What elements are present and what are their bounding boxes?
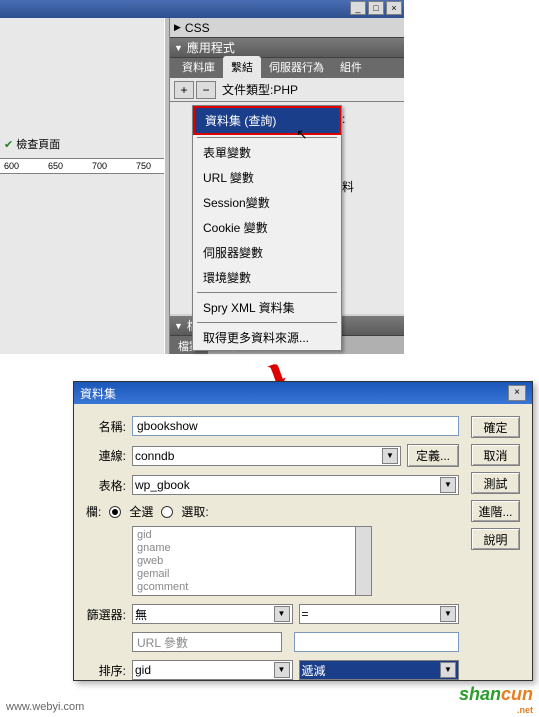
tab-bindings[interactable]: 繫結 — [223, 56, 261, 78]
menu-server-var[interactable]: 伺服器變數 — [193, 240, 341, 265]
filter-label: 篩選器: — [86, 606, 126, 623]
menu-spry-xml[interactable]: Spry XML 資料集 — [193, 295, 341, 320]
maximize-button[interactable]: □ — [368, 1, 384, 15]
menu-env-var[interactable]: 環境變數 — [193, 265, 341, 290]
dialog-titlebar: 資料集 × — [74, 382, 532, 404]
recordset-dialog: 資料集 × 名稱: 連線: conndb▼ 定義... 表格: wp_gbook… — [73, 381, 533, 681]
add-button[interactable]: + — [174, 81, 194, 99]
close-button[interactable]: × — [386, 1, 402, 15]
cancel-button[interactable]: 取消 — [471, 444, 520, 466]
help-button[interactable]: 說明 — [471, 528, 520, 550]
titlebar: _ □ × — [0, 0, 404, 18]
add-dropdown-menu: 資料集 (查詢) 表單變數 URL 變數 Session變數 Cookie 變數… — [192, 105, 342, 351]
ok-button[interactable]: 確定 — [471, 416, 520, 438]
panel-app[interactable]: ▼應用程式 — [170, 38, 404, 58]
cols-label: 欄: — [86, 503, 101, 520]
check-icon: ✔ — [4, 139, 13, 151]
test-button[interactable]: 測試 — [471, 472, 520, 494]
filter-op-select[interactable]: =▼ — [299, 604, 460, 624]
sort-field-select[interactable]: gid▼ — [132, 660, 293, 680]
tab-server-behaviors[interactable]: 伺服器行為 — [261, 56, 332, 78]
conn-label: 連線: — [86, 447, 126, 464]
tab-strip: 資料庫 繫結 伺服器行為 組件 — [170, 58, 404, 78]
menu-session-var[interactable]: Session變數 — [193, 190, 341, 215]
connection-select[interactable]: conndb▼ — [132, 446, 401, 466]
panel-css[interactable]: ▶CSS — [170, 18, 404, 38]
radio-selected[interactable] — [161, 506, 173, 518]
table-label: 表格: — [86, 477, 126, 494]
name-label: 名稱: — [86, 418, 126, 435]
radio-all[interactable] — [109, 506, 121, 518]
name-input[interactable] — [132, 416, 459, 436]
ruler: 600 650 700 750 — [0, 158, 165, 174]
tab-database[interactable]: 資料庫 — [174, 56, 223, 78]
filter-value-input[interactable] — [294, 632, 459, 652]
minimize-button[interactable]: _ — [350, 1, 366, 15]
advanced-button[interactable]: 進階... — [471, 500, 520, 522]
menu-cookie-var[interactable]: Cookie 變數 — [193, 215, 341, 240]
sort-dir-select[interactable]: 遞減▼ — [299, 660, 460, 680]
url-param-input — [132, 632, 282, 652]
document-area: ✔ 檢查頁面 600 650 700 750 — [0, 18, 165, 354]
menu-recordset[interactable]: 資料集 (查詢) — [193, 106, 341, 135]
footer-watermark-right: shancun .net — [459, 684, 533, 715]
panel-toolbar: + − 文件類型:PHP — [170, 78, 404, 102]
footer-watermark-left: www.webyi.com — [6, 701, 84, 713]
sort-label: 排序: — [86, 662, 126, 679]
tab-components[interactable]: 組件 — [332, 56, 370, 78]
filter-field-select[interactable]: 無▼ — [132, 604, 293, 624]
remove-button[interactable]: − — [196, 81, 216, 99]
dialog-close-button[interactable]: × — [508, 385, 526, 401]
check-page-label[interactable]: ✔ 檢查頁面 — [4, 136, 60, 152]
menu-more-sources[interactable]: 取得更多資料來源... — [193, 325, 341, 350]
define-button[interactable]: 定義... — [407, 444, 459, 467]
table-select[interactable]: wp_gbook▼ — [132, 475, 459, 495]
menu-url-var[interactable]: URL 變數 — [193, 165, 341, 190]
columns-listbox[interactable]: gid gname gweb gemail gcomment — [132, 526, 372, 596]
doc-type-label: 文件類型:PHP — [222, 81, 298, 98]
menu-form-var[interactable]: 表單變數 — [193, 140, 341, 165]
